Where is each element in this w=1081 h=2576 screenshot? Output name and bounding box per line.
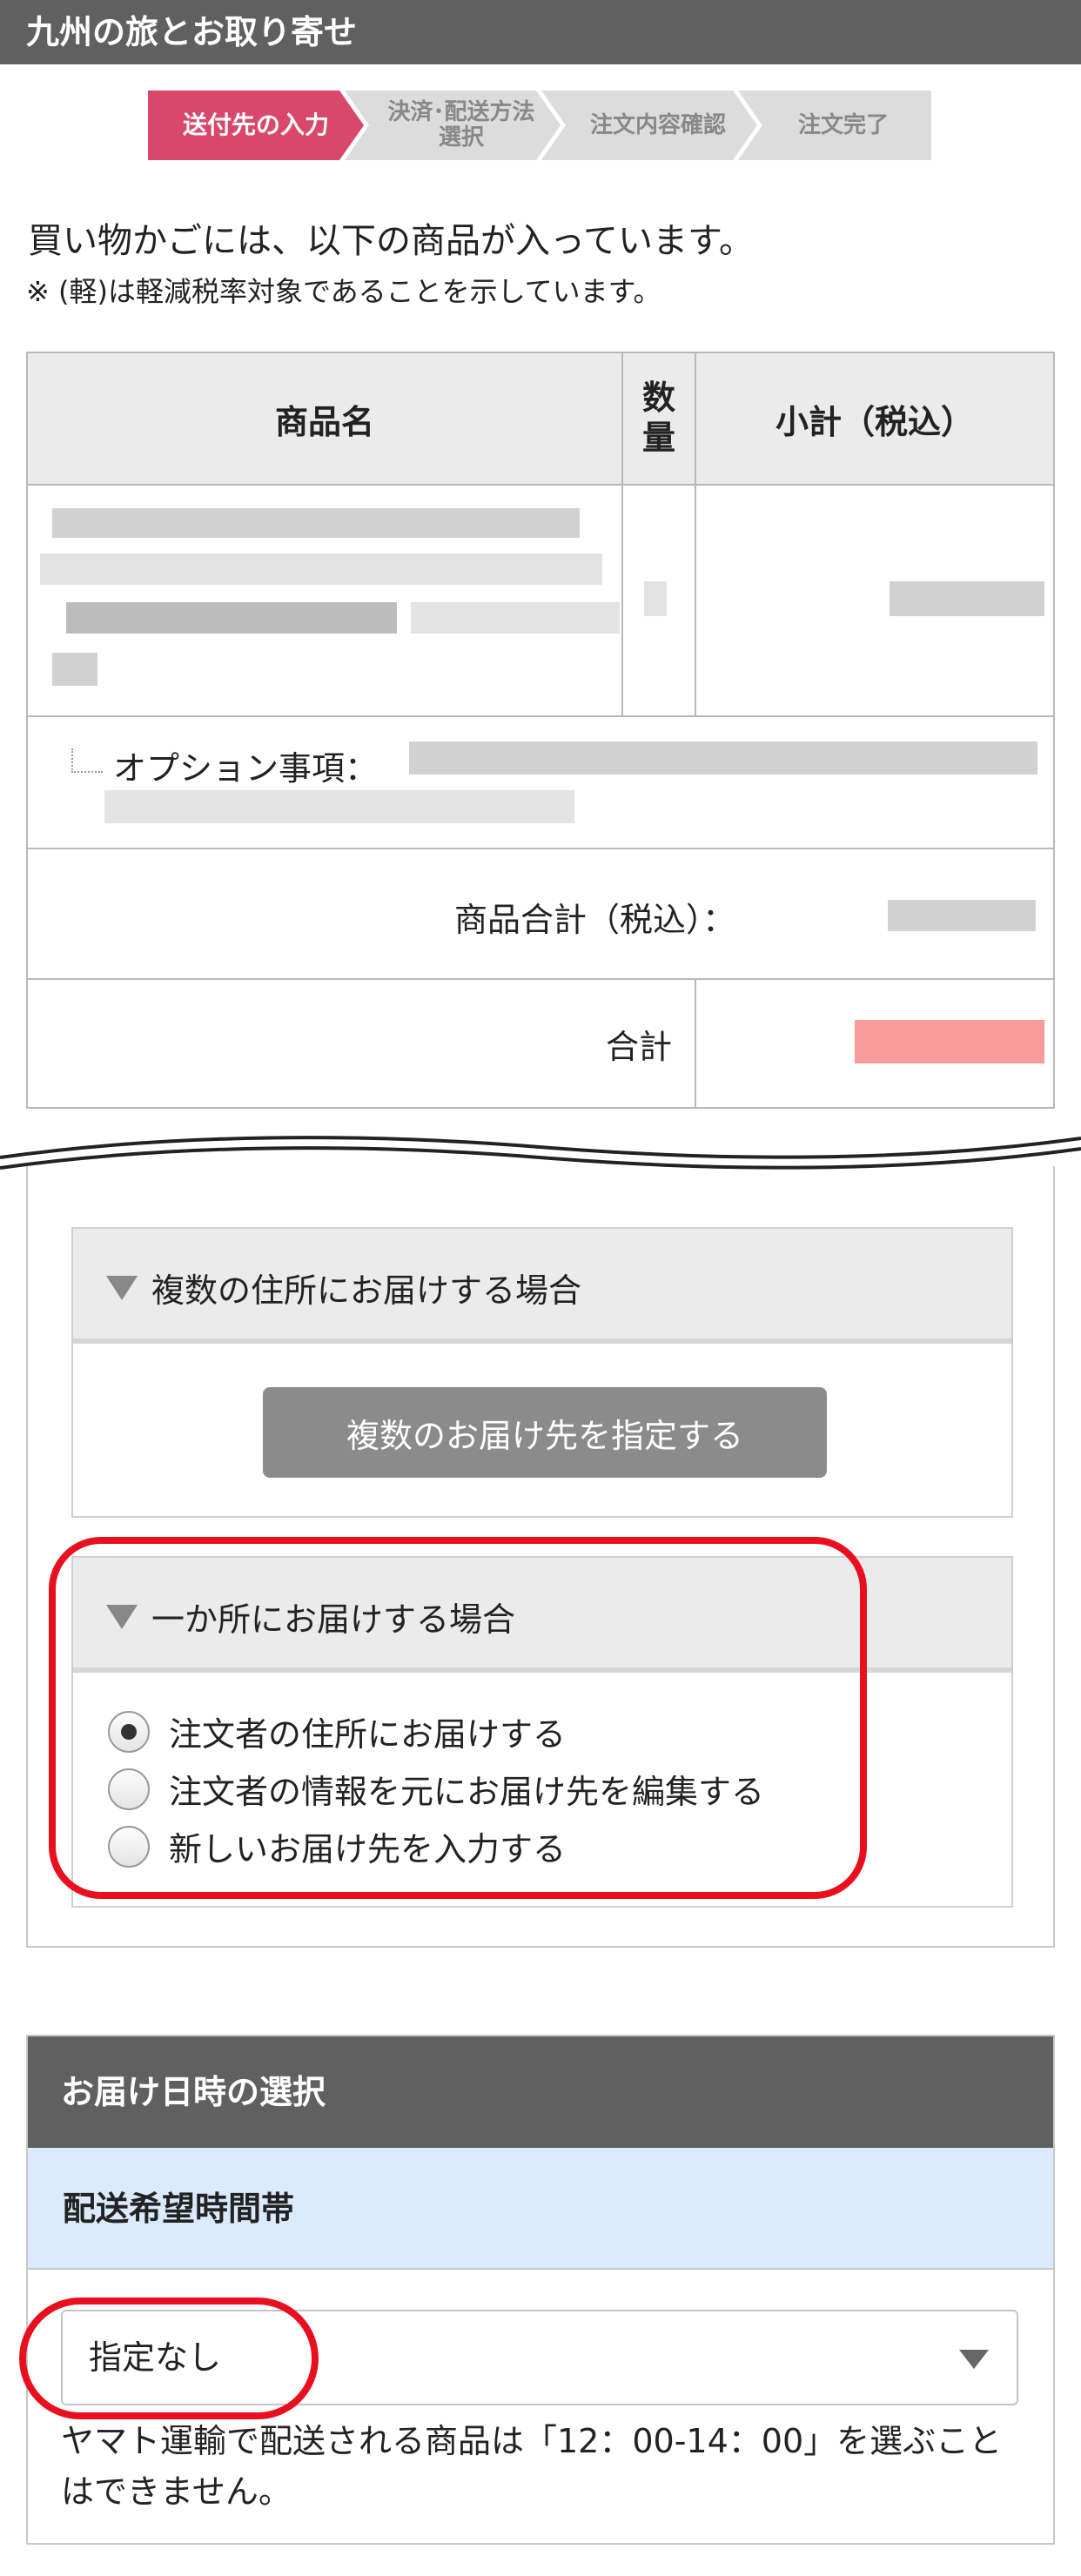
option-label: オプション事項： [113,749,379,788]
multiple-destinations-button[interactable]: 複数のお届け先を指定する [263,1387,827,1478]
tax-note: ※ (軽)は軽減税率対象であることを示しています。 [26,275,661,308]
delivery-note: ヤマト運輸で配送される商品は「12：00-14：00」を選ぶことはできません。 [61,2422,1003,2511]
total-row: 合計 [28,980,1053,1107]
quantity-redacted [644,581,667,616]
step-order-confirm: 注文内容確認 [541,91,757,160]
step-payment-method: 決済･配送方法 選択 [345,91,561,160]
step-shipping-address: 送付先の入力 [148,91,364,160]
table-row [28,486,1053,717]
checkout-steps: 送付先の入力 決済･配送方法 選択 注文内容確認 注文完了 [148,91,931,160]
site-title: 九州の旅とお取り寄せ [26,13,358,51]
delivery-datetime-section: お届け日時の選択 配送希望時間帯 指定なし ヤマト運輸で配送される商品は「12：… [26,2035,1055,2545]
column-header-name: 商品名 [274,402,374,441]
triangle-down-icon [106,1275,138,1300]
site-header: 九州の旅とお取り寄せ [0,0,1081,64]
highlight-single-address [49,1537,867,1899]
dropdown-arrow-icon [959,2350,989,2369]
multiple-address-panel: 複数の住所にお届けする場合 複数のお届け先を指定する [71,1227,1013,1518]
product-sum-row: 商品合計（税込）： [28,849,1053,980]
tree-corner [71,748,103,773]
delivery-section-title: お届け日時の選択 [28,2036,1053,2148]
table-header-row: 商品名 数 量 小計（税込） [28,353,1053,486]
cart-table: 商品名 数 量 小計（税込） オプション事項： 商品合計（税込）： 合計 [26,352,1055,1109]
step-order-complete: 注文完了 [738,91,931,160]
highlight-time-select [19,2298,319,2419]
option-row: オプション事項： [28,717,1053,849]
column-header-qty: 数 量 [641,379,675,457]
option-value-redacted [409,741,1037,775]
total-redacted [855,1020,1044,1063]
subtotal-redacted [890,581,1044,616]
time-slot-label: 配送希望時間帯 [28,2148,1053,2270]
cart-intro: 買い物かごには、以下の商品が入っています。 [28,221,754,261]
column-header-subtotal: 小計（税込） [775,402,974,441]
product-sum-redacted [888,900,1036,931]
